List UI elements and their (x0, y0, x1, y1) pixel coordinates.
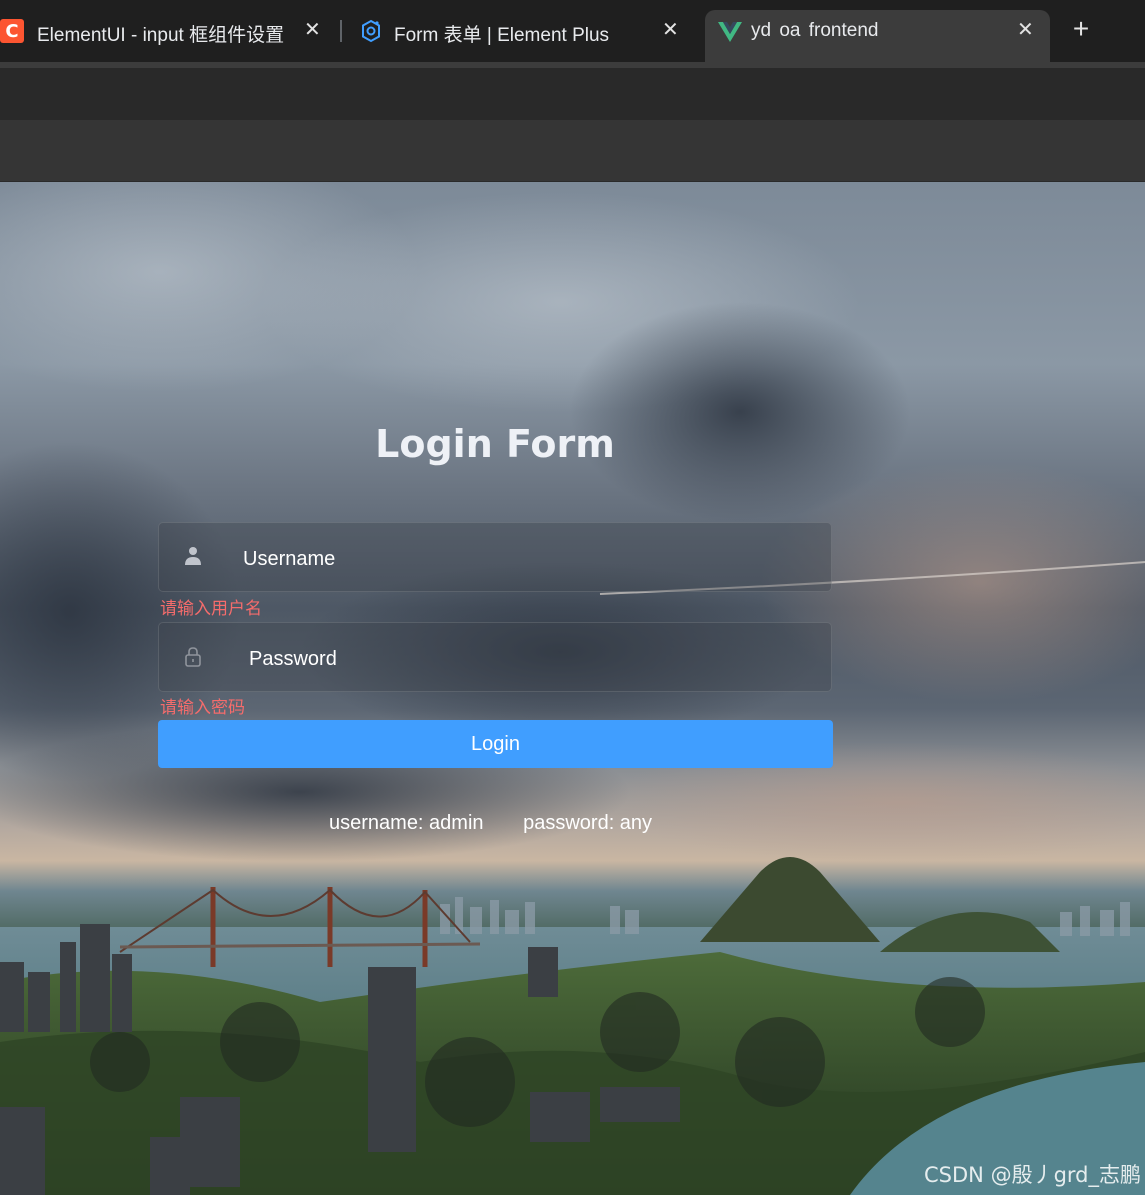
csdn-favicon-icon: C (0, 19, 24, 43)
browser-tab-strip: C ElementUI - input 框组件设置 ✕ Form 表单 | El… (0, 0, 1145, 62)
browser-address-bar-area (0, 62, 1145, 120)
tab-elementui-input[interactable]: C ElementUI - input 框组件设置 ✕ (0, 0, 340, 60)
user-icon (185, 547, 201, 565)
close-tab-icon[interactable]: ✕ (1017, 20, 1034, 40)
username-input[interactable]: Username (158, 522, 832, 592)
username-placeholder: Username (243, 548, 336, 570)
login-tips: username: admin password: any (329, 812, 686, 835)
password-tip: password: any (523, 812, 653, 834)
password-input[interactable]: Password (158, 622, 832, 692)
new-tab-button[interactable]: + (1068, 14, 1094, 44)
login-button[interactable]: Login (158, 720, 833, 768)
username-tip: username: admin (329, 812, 484, 834)
csdn-watermark: CSDN @殷丿grd_志鹏 (924, 1163, 1141, 1187)
tab-title: yd oa frontend (751, 20, 879, 41)
close-tab-icon[interactable]: ✕ (304, 20, 321, 40)
tab-yd-oa-frontend[interactable]: yd oa frontend ✕ (705, 10, 1050, 62)
tab-form-element-plus[interactable]: Form 表单 | Element Plus ✕ (342, 0, 700, 60)
browser-bookmarks-bar (0, 120, 1145, 182)
tab-title: ElementUI - input 框组件设置 (37, 25, 285, 46)
tab-title: Form 表单 | Element Plus (394, 25, 610, 46)
password-error-message: 请输入密码 (160, 698, 245, 718)
element-plus-favicon-icon (362, 19, 380, 43)
login-form-title: Login Form (375, 422, 615, 466)
login-page: Login Form Username 请输入用户名 Password 请输入密… (0, 182, 1145, 1195)
password-placeholder: Password (249, 648, 337, 670)
username-error-message: 请输入用户名 (160, 599, 262, 619)
close-tab-icon[interactable]: ✕ (662, 20, 679, 40)
vue-favicon-icon (718, 22, 742, 42)
lock-icon (185, 647, 201, 667)
